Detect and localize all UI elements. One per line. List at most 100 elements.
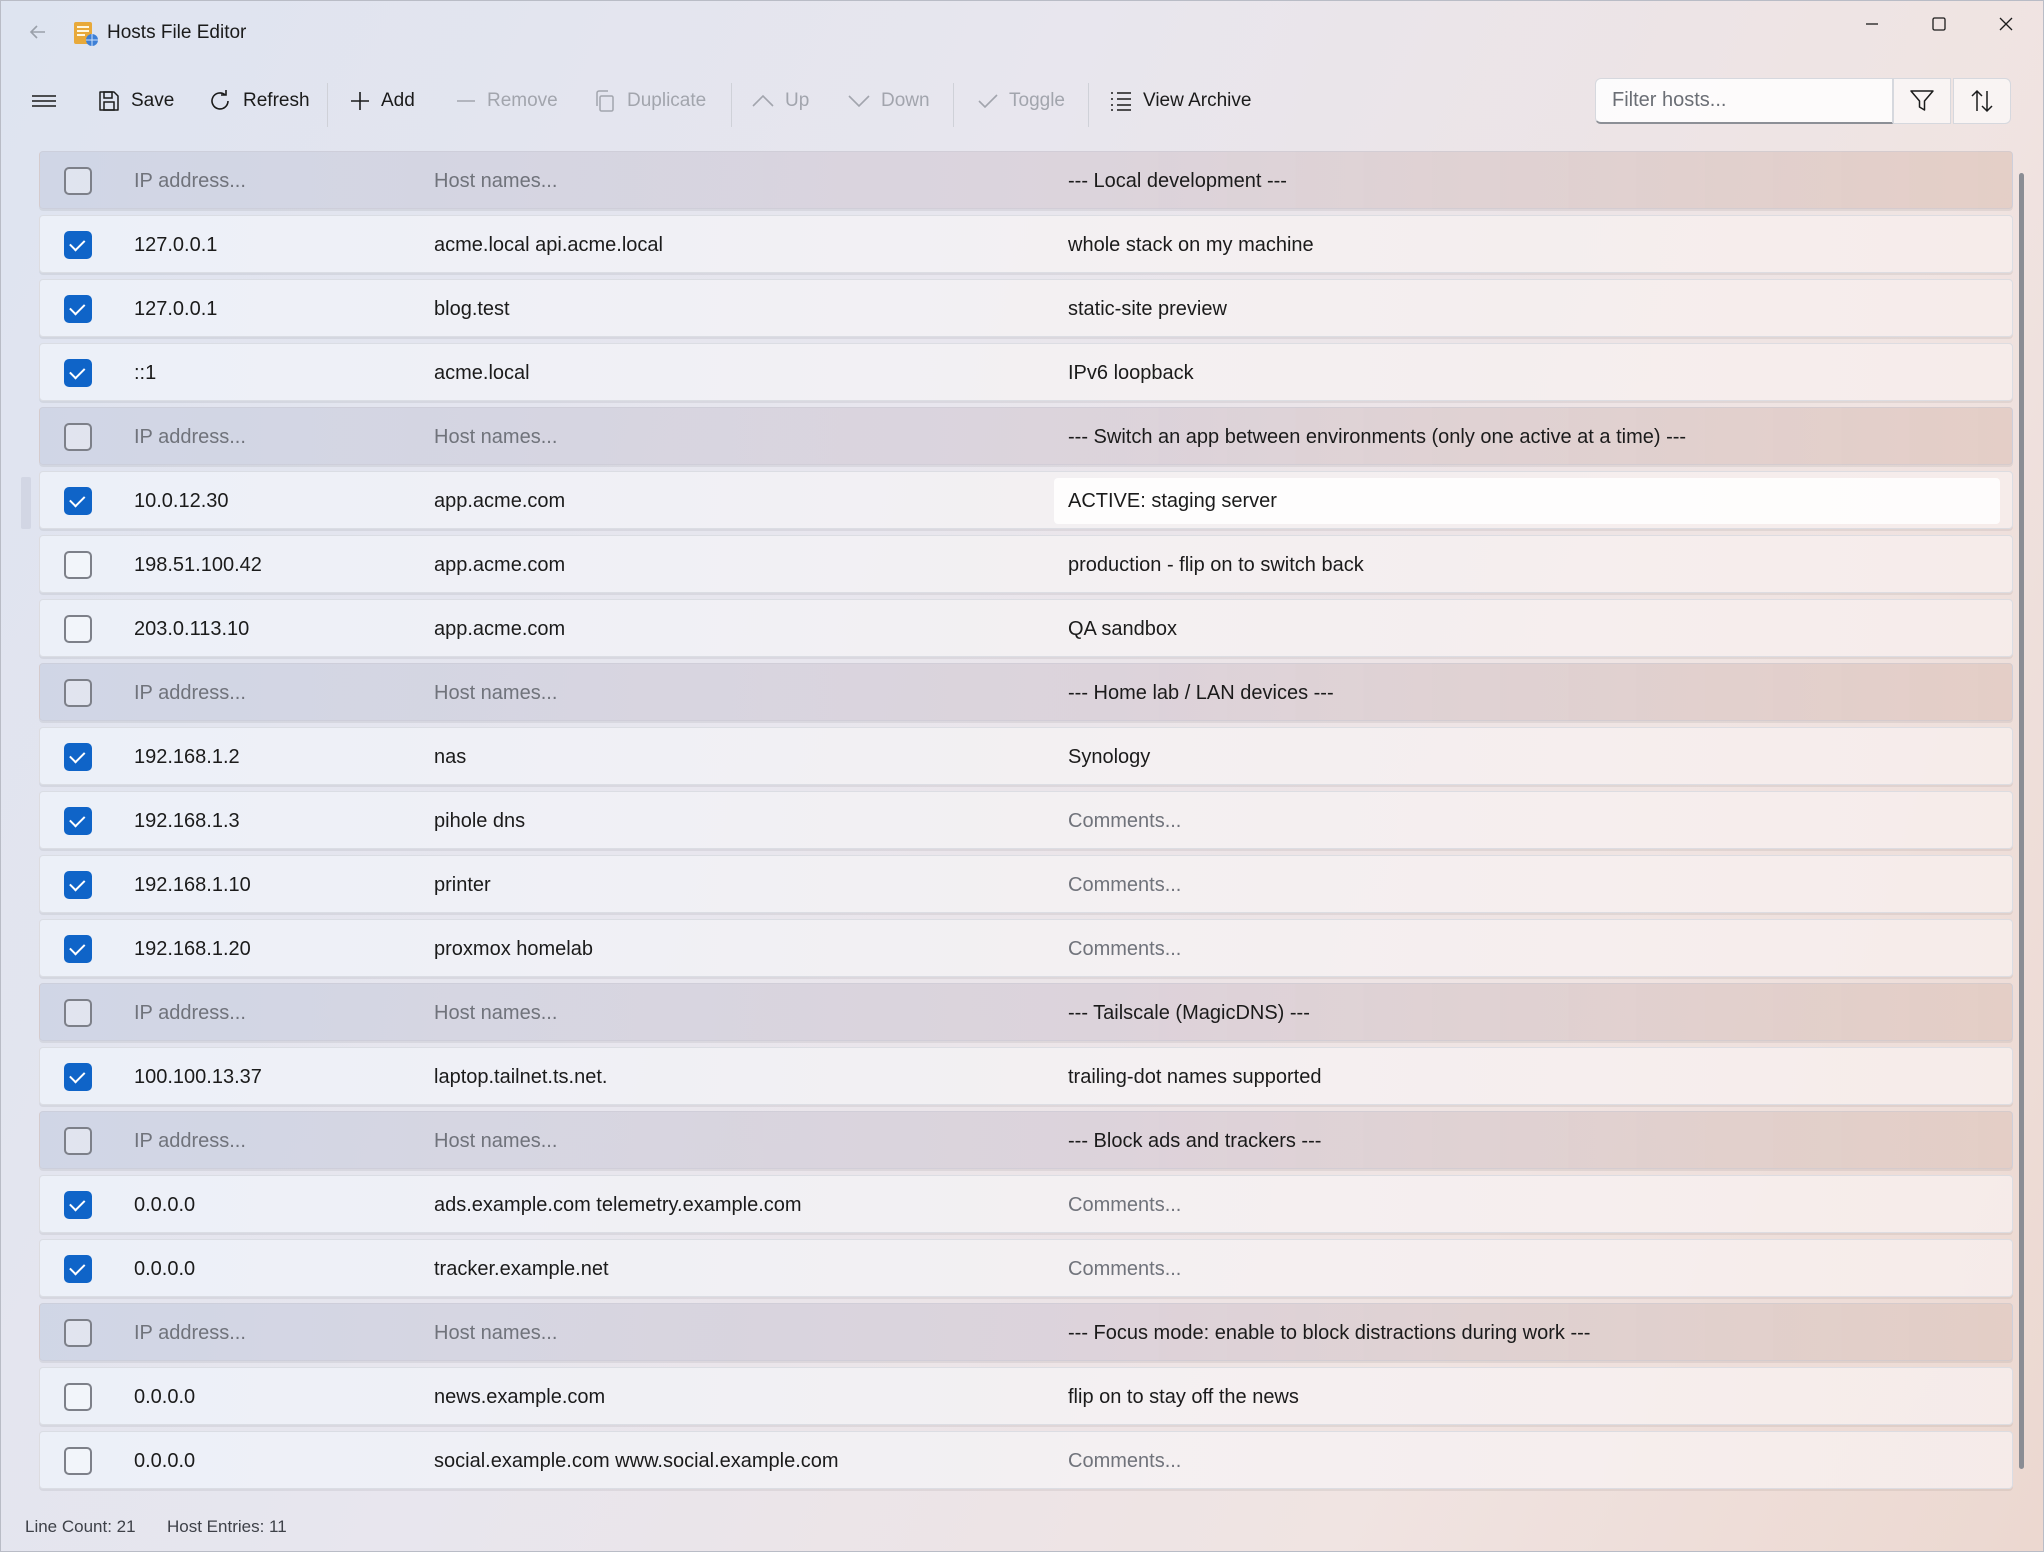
host-entry-row[interactable]: 192.168.1.2 nas Synology	[39, 727, 2013, 785]
entry-enabled-checkbox[interactable]	[64, 487, 92, 515]
ip-address-field[interactable]: 10.0.12.30	[134, 472, 414, 530]
entry-enabled-checkbox[interactable]	[64, 1063, 92, 1091]
host-names-field[interactable]: Host names...	[434, 1112, 1044, 1170]
host-names-field[interactable]: Host names...	[434, 664, 1044, 722]
entry-enabled-checkbox[interactable]	[64, 743, 92, 771]
comment-field[interactable]: production - flip on to switch back	[1068, 536, 1988, 594]
comment-row[interactable]: IP address... Host names... --- Local deve…	[39, 151, 2013, 209]
view-archive-button[interactable]: View Archive	[1109, 81, 1251, 121]
host-entry-row[interactable]: 10.0.12.30 app.acme.com ACTIVE: staging se…	[39, 471, 2013, 529]
ip-address-field[interactable]: 192.168.1.2	[134, 728, 414, 786]
comment-row[interactable]: IP address... Host names... --- Focus mode…	[39, 1303, 2013, 1361]
comment-field[interactable]: --- Local development ---	[1068, 152, 1988, 210]
toggle-button[interactable]: Toggle	[977, 81, 1065, 121]
move-up-button[interactable]: Up	[751, 81, 809, 121]
maximize-button[interactable]	[1906, 1, 1972, 47]
host-names-field[interactable]: app.acme.com	[434, 472, 1044, 530]
vertical-scrollbar[interactable]	[2019, 173, 2024, 1469]
ip-address-field[interactable]: 192.168.1.20	[134, 920, 414, 978]
menu-button[interactable]	[31, 81, 57, 121]
host-entry-row[interactable]: 192.168.1.3 pihole dns Comments...	[39, 791, 2013, 849]
host-entry-row[interactable]: 100.100.13.37 laptop.tailnet.ts.net. trail…	[39, 1047, 2013, 1105]
comment-field[interactable]: flip on to stay off the news	[1068, 1368, 1988, 1426]
host-names-field[interactable]: acme.local api.acme.local	[434, 216, 1044, 274]
ip-address-field[interactable]: IP address...	[134, 664, 414, 722]
comment-field[interactable]: Comments...	[1068, 1240, 1988, 1298]
host-names-field[interactable]: app.acme.com	[434, 600, 1044, 658]
back-icon[interactable]	[23, 17, 53, 47]
entry-enabled-checkbox[interactable]	[64, 1383, 92, 1411]
entry-enabled-checkbox[interactable]	[64, 1127, 92, 1155]
host-names-field[interactable]: blog.test	[434, 280, 1044, 338]
remove-button[interactable]: Remove	[455, 81, 558, 121]
entry-enabled-checkbox[interactable]	[64, 231, 92, 259]
host-entry-row[interactable]: 192.168.1.20 proxmox homelab Comments...	[39, 919, 2013, 977]
entry-enabled-checkbox[interactable]	[64, 1319, 92, 1347]
host-names-field[interactable]: printer	[434, 856, 1044, 914]
host-entry-row[interactable]: 203.0.113.10 app.acme.com QA sandbox	[39, 599, 2013, 657]
duplicate-button[interactable]: Duplicate	[593, 81, 706, 121]
host-names-field[interactable]: Host names...	[434, 408, 1044, 466]
host-names-field[interactable]: app.acme.com	[434, 536, 1044, 594]
ip-address-field[interactable]: 100.100.13.37	[134, 1048, 414, 1106]
comment-row[interactable]: IP address... Host names... --- Block ads …	[39, 1111, 2013, 1169]
host-names-field[interactable]: social.example.com www.social.example.co…	[434, 1432, 1044, 1490]
comment-field[interactable]: ACTIVE: staging server	[1068, 472, 1988, 530]
save-button[interactable]: Save	[97, 81, 174, 121]
host-entry-row[interactable]: 127.0.0.1 acme.local api.acme.local whole …	[39, 215, 2013, 273]
entry-enabled-checkbox[interactable]	[64, 1255, 92, 1283]
ip-address-field[interactable]: 127.0.0.1	[134, 216, 414, 274]
entry-enabled-checkbox[interactable]	[64, 359, 92, 387]
comment-field[interactable]: IPv6 loopback	[1068, 344, 1988, 402]
refresh-button[interactable]: Refresh	[207, 81, 310, 121]
ip-address-field[interactable]: IP address...	[134, 152, 414, 210]
entry-enabled-checkbox[interactable]	[64, 551, 92, 579]
comment-row[interactable]: IP address... Host names... --- Tailscale …	[39, 983, 2013, 1041]
host-names-field[interactable]: nas	[434, 728, 1044, 786]
comment-field[interactable]: Comments...	[1068, 920, 1988, 978]
host-names-field[interactable]: tracker.example.net	[434, 1240, 1044, 1298]
host-names-field[interactable]: news.example.com	[434, 1368, 1044, 1426]
host-names-field[interactable]: proxmox homelab	[434, 920, 1044, 978]
comment-field[interactable]: Comments...	[1068, 792, 1988, 850]
ip-address-field[interactable]: 0.0.0.0	[134, 1368, 414, 1426]
filter-button[interactable]	[1893, 78, 1951, 124]
host-entry-row[interactable]: 0.0.0.0 news.example.com flip on to stay o…	[39, 1367, 2013, 1425]
comment-field[interactable]: --- Home lab / LAN devices ---	[1068, 664, 1988, 722]
comment-field[interactable]: QA sandbox	[1068, 600, 1988, 658]
ip-address-field[interactable]: 192.168.1.10	[134, 856, 414, 914]
add-button[interactable]: Add	[349, 81, 415, 121]
comment-field[interactable]: Comments...	[1068, 1176, 1988, 1234]
entry-enabled-checkbox[interactable]	[64, 935, 92, 963]
comment-field[interactable]: Synology	[1068, 728, 1988, 786]
entry-enabled-checkbox[interactable]	[64, 679, 92, 707]
ip-address-field[interactable]: 198.51.100.42	[134, 536, 414, 594]
comment-field[interactable]: Comments...	[1068, 856, 1988, 914]
ip-address-field[interactable]: 203.0.113.10	[134, 600, 414, 658]
comment-row[interactable]: IP address... Host names... --- Home lab /…	[39, 663, 2013, 721]
comment-field[interactable]: whole stack on my machine	[1068, 216, 1988, 274]
sort-button[interactable]	[1953, 78, 2011, 124]
entry-enabled-checkbox[interactable]	[64, 615, 92, 643]
entry-enabled-checkbox[interactable]	[64, 999, 92, 1027]
ip-address-field[interactable]: IP address...	[134, 984, 414, 1042]
comment-field[interactable]: Comments...	[1068, 1432, 1988, 1490]
host-entry-row[interactable]: ::1 acme.local IPv6 loopback	[39, 343, 2013, 401]
comment-field[interactable]: static-site preview	[1068, 280, 1988, 338]
entry-enabled-checkbox[interactable]	[64, 167, 92, 195]
ip-address-field[interactable]: ::1	[134, 344, 414, 402]
entry-enabled-checkbox[interactable]	[64, 423, 92, 451]
ip-address-field[interactable]: IP address...	[134, 408, 414, 466]
comment-row[interactable]: IP address... Host names... --- Switch an …	[39, 407, 2013, 465]
minimize-button[interactable]	[1839, 1, 1905, 47]
ip-address-field[interactable]: 0.0.0.0	[134, 1176, 414, 1234]
ip-address-field[interactable]: 0.0.0.0	[134, 1240, 414, 1298]
ip-address-field[interactable]: 0.0.0.0	[134, 1432, 414, 1490]
ip-address-field[interactable]: 127.0.0.1	[134, 280, 414, 338]
comment-field[interactable]: --- Focus mode: enable to block distract…	[1068, 1304, 1988, 1362]
ip-address-field[interactable]: IP address...	[134, 1304, 414, 1362]
entry-enabled-checkbox[interactable]	[64, 295, 92, 323]
entry-enabled-checkbox[interactable]	[64, 871, 92, 899]
host-names-field[interactable]: Host names...	[434, 152, 1044, 210]
host-entry-row[interactable]: 198.51.100.42 app.acme.com production - fl…	[39, 535, 2013, 593]
